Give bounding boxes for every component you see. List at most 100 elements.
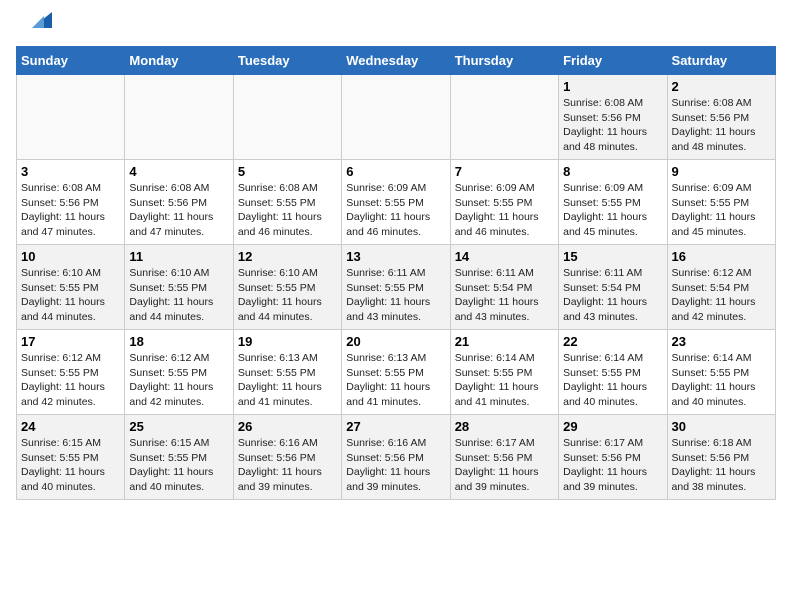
day-number: 18 — [129, 334, 228, 349]
day-number: 14 — [455, 249, 554, 264]
day-info: Sunrise: 6:08 AM Sunset: 5:56 PM Dayligh… — [563, 96, 662, 155]
day-number: 25 — [129, 419, 228, 434]
calendar-cell: 22Sunrise: 6:14 AM Sunset: 5:55 PM Dayli… — [559, 330, 667, 415]
weekday-header-thursday: Thursday — [450, 47, 558, 75]
day-info: Sunrise: 6:12 AM Sunset: 5:54 PM Dayligh… — [672, 266, 771, 325]
calendar-cell: 13 Sunrise: 6:11 AM Sunset: 5:55 PM Dayli… — [342, 245, 450, 330]
calendar-cell: 25 Sunrise: 6:15 AM Sunset: 5:55 PM Dayli… — [125, 415, 233, 500]
calendar-cell: 9Sunrise: 6:09 AM Sunset: 5:55 PM Daylig… — [667, 160, 775, 245]
day-number: 3 — [21, 164, 120, 179]
calendar-week-row: 3 Sunrise: 6:08 AM Sunset: 5:56 PM Daylig… — [17, 160, 776, 245]
calendar-cell: 23 Sunrise: 6:14 AM Sunset: 5:55 PM Dayli… — [667, 330, 775, 415]
day-number: 21 — [455, 334, 554, 349]
day-info: Sunrise: 6:10 AM Sunset: 5:55 PM Dayligh… — [238, 266, 337, 325]
calendar-week-row: 24 Sunrise: 6:15 AM Sunset: 5:55 PM Dayli… — [17, 415, 776, 500]
page-header — [16, 16, 776, 38]
day-info: Sunrise: 6:08 AM Sunset: 5:55 PM Dayligh… — [238, 181, 337, 240]
day-info: Sunrise: 6:12 AM Sunset: 5:55 PM Dayligh… — [129, 351, 228, 410]
calendar-cell: 12 Sunrise: 6:10 AM Sunset: 5:55 PM Dayli… — [233, 245, 341, 330]
day-number: 7 — [455, 164, 554, 179]
day-info: Sunrise: 6:09 AM Sunset: 5:55 PM Dayligh… — [455, 181, 554, 240]
day-info: Sunrise: 6:09 AM Sunset: 5:55 PM Dayligh… — [563, 181, 662, 240]
day-info: Sunrise: 6:15 AM Sunset: 5:55 PM Dayligh… — [129, 436, 228, 495]
day-number: 24 — [21, 419, 120, 434]
weekday-header-friday: Friday — [559, 47, 667, 75]
calendar-week-row: 1 Sunrise: 6:08 AM Sunset: 5:56 PM Daylig… — [17, 75, 776, 160]
day-number: 4 — [129, 164, 228, 179]
day-info: Sunrise: 6:11 AM Sunset: 5:55 PM Dayligh… — [346, 266, 445, 325]
day-info: Sunrise: 6:08 AM Sunset: 5:56 PM Dayligh… — [672, 96, 771, 155]
day-info: Sunrise: 6:08 AM Sunset: 5:56 PM Dayligh… — [129, 181, 228, 240]
day-info: Sunrise: 6:17 AM Sunset: 5:56 PM Dayligh… — [455, 436, 554, 495]
calendar-cell — [233, 75, 341, 160]
day-number: 1 — [563, 79, 662, 94]
calendar-cell: 28 Sunrise: 6:17 AM Sunset: 5:56 PM Dayli… — [450, 415, 558, 500]
calendar-cell: 1 Sunrise: 6:08 AM Sunset: 5:56 PM Daylig… — [559, 75, 667, 160]
calendar-cell: 24 Sunrise: 6:15 AM Sunset: 5:55 PM Dayli… — [17, 415, 125, 500]
day-info: Sunrise: 6:08 AM Sunset: 5:56 PM Dayligh… — [21, 181, 120, 240]
day-info: Sunrise: 6:11 AM Sunset: 5:54 PM Dayligh… — [455, 266, 554, 325]
calendar-cell — [125, 75, 233, 160]
day-number: 13 — [346, 249, 445, 264]
calendar-cell: 6 Sunrise: 6:09 AM Sunset: 5:55 PM Daylig… — [342, 160, 450, 245]
weekday-header-tuesday: Tuesday — [233, 47, 341, 75]
day-info: Sunrise: 6:14 AM Sunset: 5:55 PM Dayligh… — [455, 351, 554, 410]
day-number: 5 — [238, 164, 337, 179]
day-info: Sunrise: 6:16 AM Sunset: 5:56 PM Dayligh… — [346, 436, 445, 495]
calendar-cell: 11Sunrise: 6:10 AM Sunset: 5:55 PM Dayli… — [125, 245, 233, 330]
calendar-cell: 19 Sunrise: 6:13 AM Sunset: 5:55 PM Dayli… — [233, 330, 341, 415]
day-number: 19 — [238, 334, 337, 349]
day-number: 12 — [238, 249, 337, 264]
calendar-cell: 10Sunrise: 6:10 AM Sunset: 5:55 PM Dayli… — [17, 245, 125, 330]
day-info: Sunrise: 6:13 AM Sunset: 5:55 PM Dayligh… — [346, 351, 445, 410]
calendar-week-row: 10Sunrise: 6:10 AM Sunset: 5:55 PM Dayli… — [17, 245, 776, 330]
day-number: 15 — [563, 249, 662, 264]
weekday-header-wednesday: Wednesday — [342, 47, 450, 75]
day-number: 29 — [563, 419, 662, 434]
day-number: 6 — [346, 164, 445, 179]
day-info: Sunrise: 6:10 AM Sunset: 5:55 PM Dayligh… — [21, 266, 120, 325]
day-number: 23 — [672, 334, 771, 349]
calendar-cell: 18 Sunrise: 6:12 AM Sunset: 5:55 PM Dayli… — [125, 330, 233, 415]
calendar-cell: 21 Sunrise: 6:14 AM Sunset: 5:55 PM Dayli… — [450, 330, 558, 415]
day-number: 22 — [563, 334, 662, 349]
day-number: 2 — [672, 79, 771, 94]
day-number: 26 — [238, 419, 337, 434]
calendar-cell: 8 Sunrise: 6:09 AM Sunset: 5:55 PM Daylig… — [559, 160, 667, 245]
day-info: Sunrise: 6:14 AM Sunset: 5:55 PM Dayligh… — [672, 351, 771, 410]
day-number: 28 — [455, 419, 554, 434]
day-info: Sunrise: 6:11 AM Sunset: 5:54 PM Dayligh… — [563, 266, 662, 325]
calendar-cell: 30 Sunrise: 6:18 AM Sunset: 5:56 PM Dayli… — [667, 415, 775, 500]
calendar-cell: 27 Sunrise: 6:16 AM Sunset: 5:56 PM Dayli… — [342, 415, 450, 500]
calendar-cell: 5 Sunrise: 6:08 AM Sunset: 5:55 PM Daylig… — [233, 160, 341, 245]
day-number: 30 — [672, 419, 771, 434]
day-info: Sunrise: 6:13 AM Sunset: 5:55 PM Dayligh… — [238, 351, 337, 410]
day-info: Sunrise: 6:09 AM Sunset: 5:55 PM Dayligh… — [346, 181, 445, 240]
calendar-week-row: 17 Sunrise: 6:12 AM Sunset: 5:55 PM Dayli… — [17, 330, 776, 415]
calendar-cell: 16Sunrise: 6:12 AM Sunset: 5:54 PM Dayli… — [667, 245, 775, 330]
calendar-cell: 7 Sunrise: 6:09 AM Sunset: 5:55 PM Daylig… — [450, 160, 558, 245]
calendar-cell — [342, 75, 450, 160]
day-info: Sunrise: 6:17 AM Sunset: 5:56 PM Dayligh… — [563, 436, 662, 495]
calendar-cell: 29 Sunrise: 6:17 AM Sunset: 5:56 PM Dayli… — [559, 415, 667, 500]
calendar-cell: 14 Sunrise: 6:11 AM Sunset: 5:54 PM Dayli… — [450, 245, 558, 330]
calendar-cell: 4 Sunrise: 6:08 AM Sunset: 5:56 PM Daylig… — [125, 160, 233, 245]
calendar-cell: 26Sunrise: 6:16 AM Sunset: 5:56 PM Dayli… — [233, 415, 341, 500]
day-number: 8 — [563, 164, 662, 179]
calendar-cell — [450, 75, 558, 160]
day-number: 11 — [129, 249, 228, 264]
logo-icon — [22, 10, 52, 32]
calendar-cell: 20 Sunrise: 6:13 AM Sunset: 5:55 PM Dayli… — [342, 330, 450, 415]
weekday-header-saturday: Saturday — [667, 47, 775, 75]
calendar-table: SundayMondayTuesdayWednesdayThursdayFrid… — [16, 46, 776, 500]
day-info: Sunrise: 6:18 AM Sunset: 5:56 PM Dayligh… — [672, 436, 771, 495]
day-info: Sunrise: 6:15 AM Sunset: 5:55 PM Dayligh… — [21, 436, 120, 495]
weekday-header-row: SundayMondayTuesdayWednesdayThursdayFrid… — [17, 47, 776, 75]
day-number: 27 — [346, 419, 445, 434]
day-number: 17 — [21, 334, 120, 349]
day-info: Sunrise: 6:12 AM Sunset: 5:55 PM Dayligh… — [21, 351, 120, 410]
day-number: 20 — [346, 334, 445, 349]
calendar-cell: 15 Sunrise: 6:11 AM Sunset: 5:54 PM Dayli… — [559, 245, 667, 330]
calendar-cell: 2 Sunrise: 6:08 AM Sunset: 5:56 PM Daylig… — [667, 75, 775, 160]
logo — [16, 16, 52, 38]
